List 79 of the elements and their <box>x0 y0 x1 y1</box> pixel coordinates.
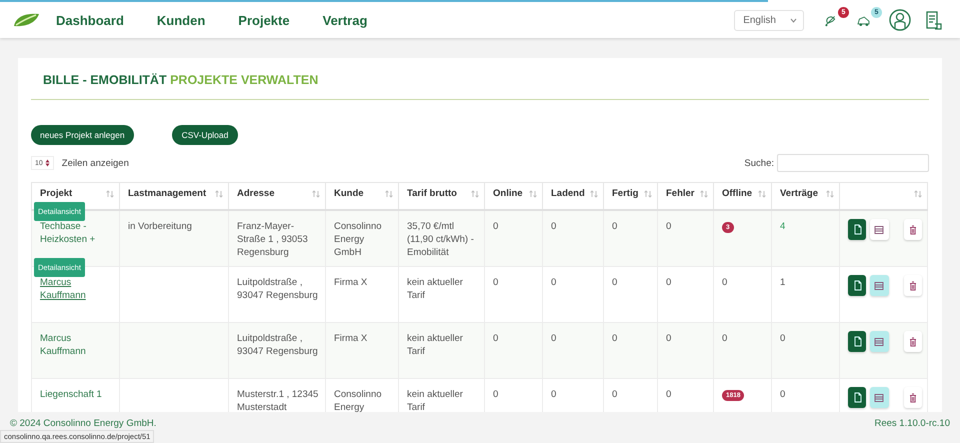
table-cell-text: 0 <box>666 388 672 401</box>
document-button[interactable] <box>848 331 866 352</box>
table-cell-text: in Vorbereitung <box>128 220 193 233</box>
column-header[interactable]: Kunde <box>334 188 364 199</box>
table-cell-text: 0 <box>551 220 558 233</box>
nav-link[interactable]: Vertrag <box>322 12 368 28</box>
rows-label: Zeilen anzeigen <box>62 158 129 168</box>
table-cell-text: Luitpoldstraße , 93047 Regensburg <box>237 276 319 302</box>
list-button[interactable] <box>870 331 889 352</box>
new-project-button[interactable]: neues Projekt anlegen <box>31 125 134 145</box>
table-cell-text: Firma X <box>334 332 368 345</box>
table-cell-text: 0 <box>722 332 728 345</box>
list-button[interactable] <box>870 275 889 296</box>
upload-button[interactable]: CSV-Upload <box>172 125 238 145</box>
file-icon <box>852 224 862 235</box>
file-icon <box>852 336 862 347</box>
table-cell-text: Consolinno Energy <box>334 388 383 412</box>
copyright-text: © 2024 Consolinno Energy GmbH. <box>10 418 156 429</box>
file-icon <box>852 392 862 403</box>
table-cell-text: 0 <box>612 220 618 233</box>
delete-button[interactable] <box>904 387 922 408</box>
document-button[interactable] <box>848 387 866 408</box>
nav-link[interactable]: Dashboard <box>56 12 124 28</box>
column-header[interactable]: Fertig <box>612 188 638 199</box>
list-icon <box>874 280 884 290</box>
table-cell-text: kein aktueller Tarif <box>407 332 464 358</box>
table-cell-text: 0 <box>780 332 786 345</box>
table-cell-text: Firma X <box>334 276 368 289</box>
trash-icon <box>908 392 918 402</box>
table-cell-text: Musterstr.1 , 12345 Musterstadt <box>237 388 320 412</box>
table-cell-text: Consolinno Energy GmbH <box>334 220 383 259</box>
file-icon <box>852 280 862 291</box>
table-cell-text: kein aktueller Tarif <box>407 388 464 412</box>
list-icon <box>874 336 884 346</box>
table-cell-text: 1 <box>780 276 786 289</box>
table-cell-text: kein aktueller Tarif <box>407 276 464 302</box>
column-header[interactable]: Projekt <box>40 188 72 199</box>
chevron-icon <box>790 18 797 22</box>
table-cell-text: 0 <box>612 332 618 345</box>
table-cell-text: 0 <box>493 388 500 401</box>
delete-button[interactable] <box>904 275 922 296</box>
table-cell-text: 0 <box>612 276 618 289</box>
user-icon[interactable] <box>889 9 911 31</box>
trash-icon <box>908 280 918 290</box>
table-cell-text: 0 <box>666 220 672 233</box>
table-cell-text: 0 <box>780 388 786 401</box>
table-cell-text: 0 <box>551 332 558 345</box>
table-cell-text: 0 <box>666 276 672 289</box>
table-cell-text: Franz-Mayer-Straße 1 , 93053 Regensburg <box>237 220 309 259</box>
table-cell-text: 35,70 €/mtl (11,90 ct/kWh) - Emobilität <box>407 220 475 259</box>
table-cell-text: 0 <box>493 276 500 289</box>
column-header[interactable]: Adresse <box>237 188 274 199</box>
page-title: BILLE - EMOBILITÄT PROJEKTE VERWALTEN <box>43 72 320 88</box>
list-button[interactable] <box>870 387 889 408</box>
spinner-icon <box>44 159 50 167</box>
table-cell-text: 0 <box>493 220 500 233</box>
list-icon <box>874 392 884 402</box>
nav-link[interactable]: Kunden <box>156 12 206 28</box>
version-text: Rees 1.10.0-rc.10 <box>874 418 950 429</box>
table-cell-text: 0 <box>551 276 558 289</box>
search-field[interactable] <box>777 154 929 172</box>
leaf-logo[interactable] <box>12 12 40 28</box>
nav-link[interactable]: Projekte <box>238 12 290 28</box>
table-cell-text: 0 <box>666 332 672 345</box>
trash-icon <box>908 224 918 234</box>
document-button[interactable] <box>848 219 866 240</box>
search-label: Suche: <box>744 158 774 168</box>
list-button[interactable] <box>870 219 889 240</box>
list-icon <box>874 224 884 234</box>
table-cell-text: 0 <box>551 388 558 401</box>
table-cell-text: 0 <box>612 388 618 401</box>
table-cell-text: 0 <box>722 276 728 289</box>
delete-button[interactable] <box>904 331 922 352</box>
trash-icon <box>908 336 918 346</box>
document-button[interactable] <box>848 275 866 296</box>
language-select[interactable]: English <box>734 10 804 30</box>
table-cell-text: Luitpoldstraße , 93047 Regensburg <box>237 332 319 358</box>
table-cell-text: 0 <box>493 332 500 345</box>
delete-button[interactable] <box>904 219 922 240</box>
